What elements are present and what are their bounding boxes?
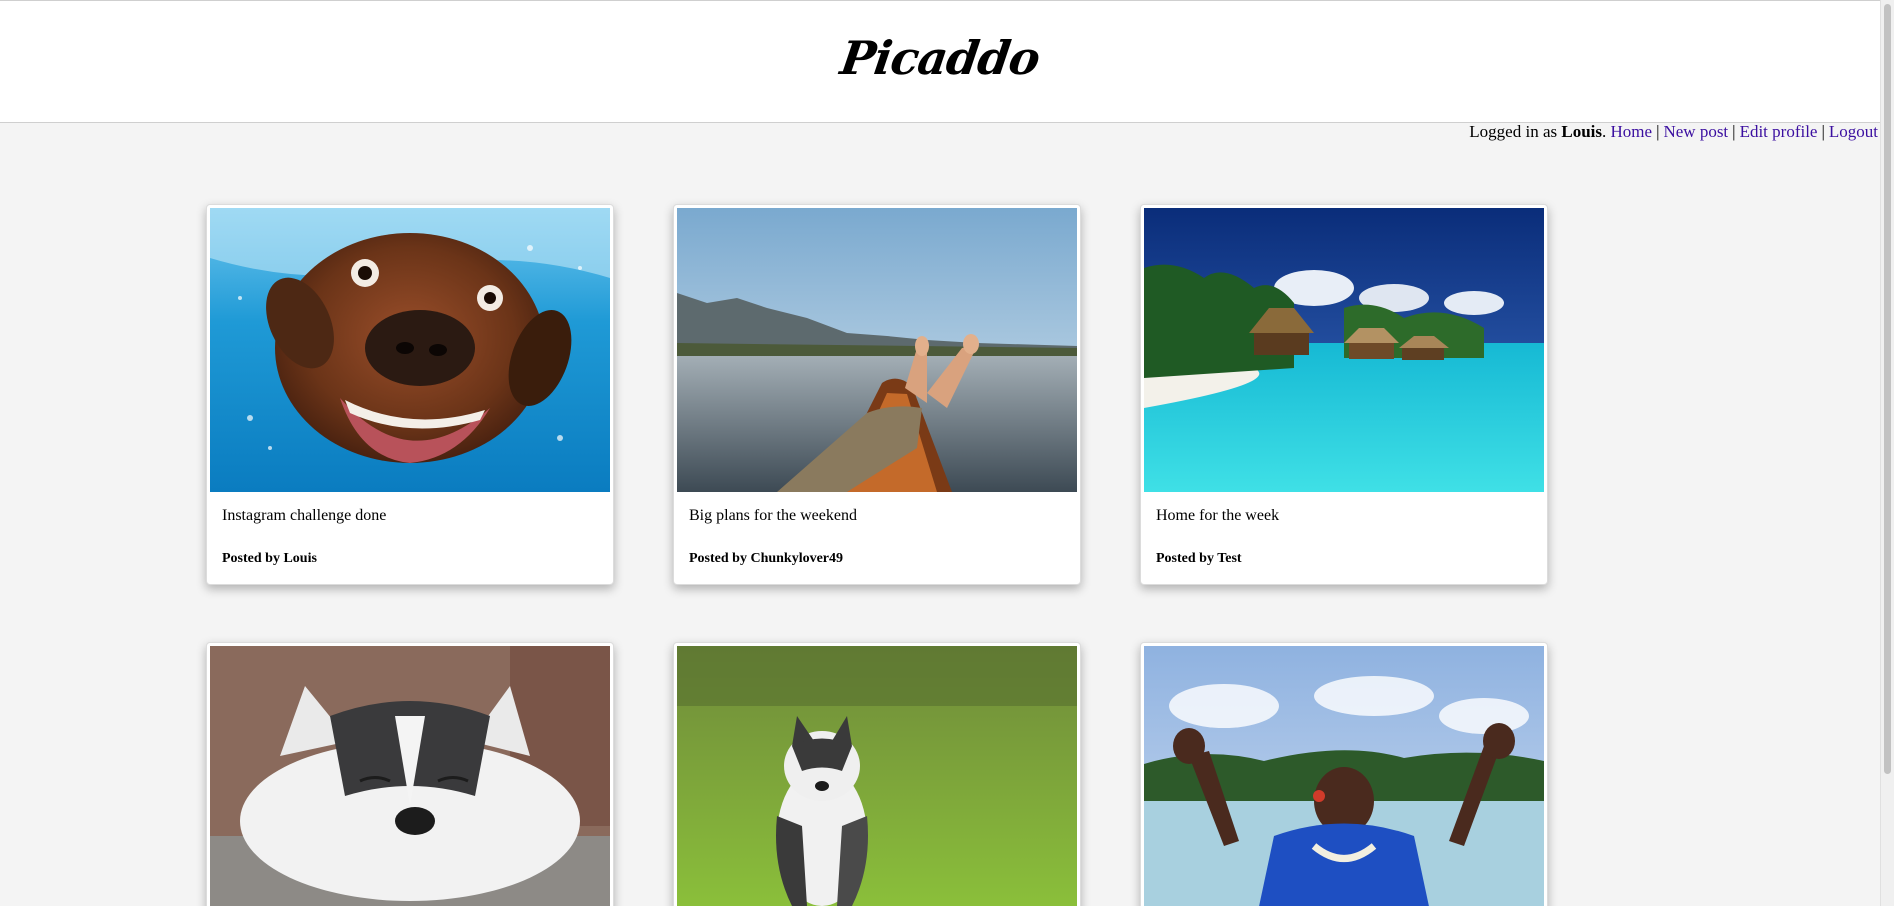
posted-by-label: Posted by [222, 551, 280, 566]
scrollbar-thumb[interactable] [1884, 4, 1891, 774]
post-card[interactable]: Big plans for the weekend Posted by Chun… [673, 204, 1081, 585]
post-title: Instagram challenge done [222, 507, 387, 524]
post-card[interactable] [206, 642, 614, 906]
post-image-husky-in-grass[interactable] [677, 646, 1077, 906]
author-name[interactable]: Chunkylover49 [750, 551, 843, 566]
nav-link-home[interactable]: Home [1611, 122, 1653, 141]
page-scrollbar[interactable] [1880, 0, 1894, 906]
post-card[interactable]: Instagram challenge done Posted by Louis [206, 204, 614, 585]
nav-separator: | [1821, 122, 1825, 141]
post-title: Home for the week [1156, 507, 1280, 524]
post-image-tropical-beach[interactable] [1144, 208, 1544, 492]
post-author: Posted by Chunkylover49 [689, 551, 843, 567]
post-image-sleeping-husky[interactable] [210, 646, 610, 906]
nav-link-new-post[interactable]: New post [1663, 122, 1728, 141]
sleeping-husky-puppy-photo [210, 646, 610, 906]
feet-on-boat-lake-photo [677, 208, 1077, 492]
site-header: Picaddo [0, 0, 1880, 123]
site-logo[interactable]: Picaddo [0, 31, 1884, 85]
post-card[interactable]: Home for the week Posted by Test [1140, 204, 1548, 585]
nav-link-edit-profile[interactable]: Edit profile [1740, 122, 1818, 141]
husky-puppy-in-grass-photo [677, 646, 1077, 906]
nav-period: . [1602, 122, 1607, 141]
author-name[interactable]: Test [1217, 551, 1241, 566]
man-cheering-at-beach-photo [1144, 646, 1544, 906]
post-author: Posted by Louis [222, 551, 317, 567]
post-image-feet-on-boat[interactable] [677, 208, 1077, 492]
post-image-dog-underwater[interactable] [210, 208, 610, 492]
nav-link-logout[interactable]: Logout [1829, 122, 1878, 141]
nav-separator: | [1656, 122, 1660, 141]
post-card[interactable] [673, 642, 1081, 906]
page: Picaddo Logged in as Louis. Home | New pos… [0, 0, 1894, 906]
post-author: Posted by Test [1156, 551, 1242, 567]
posted-by-label: Posted by [689, 551, 747, 566]
current-username: Louis [1561, 122, 1603, 141]
posted-by-label: Posted by [1156, 551, 1214, 566]
nav-separator: | [1732, 122, 1736, 141]
dog-underwater-photo [210, 208, 610, 492]
post-title: Big plans for the weekend [689, 507, 857, 524]
logged-in-prefix: Logged in as [1469, 122, 1558, 141]
user-nav: Logged in as Louis. Home | New post | Edit p… [1469, 122, 1878, 142]
tropical-beach-resort-photo [1144, 208, 1544, 492]
author-name[interactable]: Louis [283, 551, 316, 566]
post-image-man-cheering[interactable] [1144, 646, 1544, 906]
post-card[interactable] [1140, 642, 1548, 906]
